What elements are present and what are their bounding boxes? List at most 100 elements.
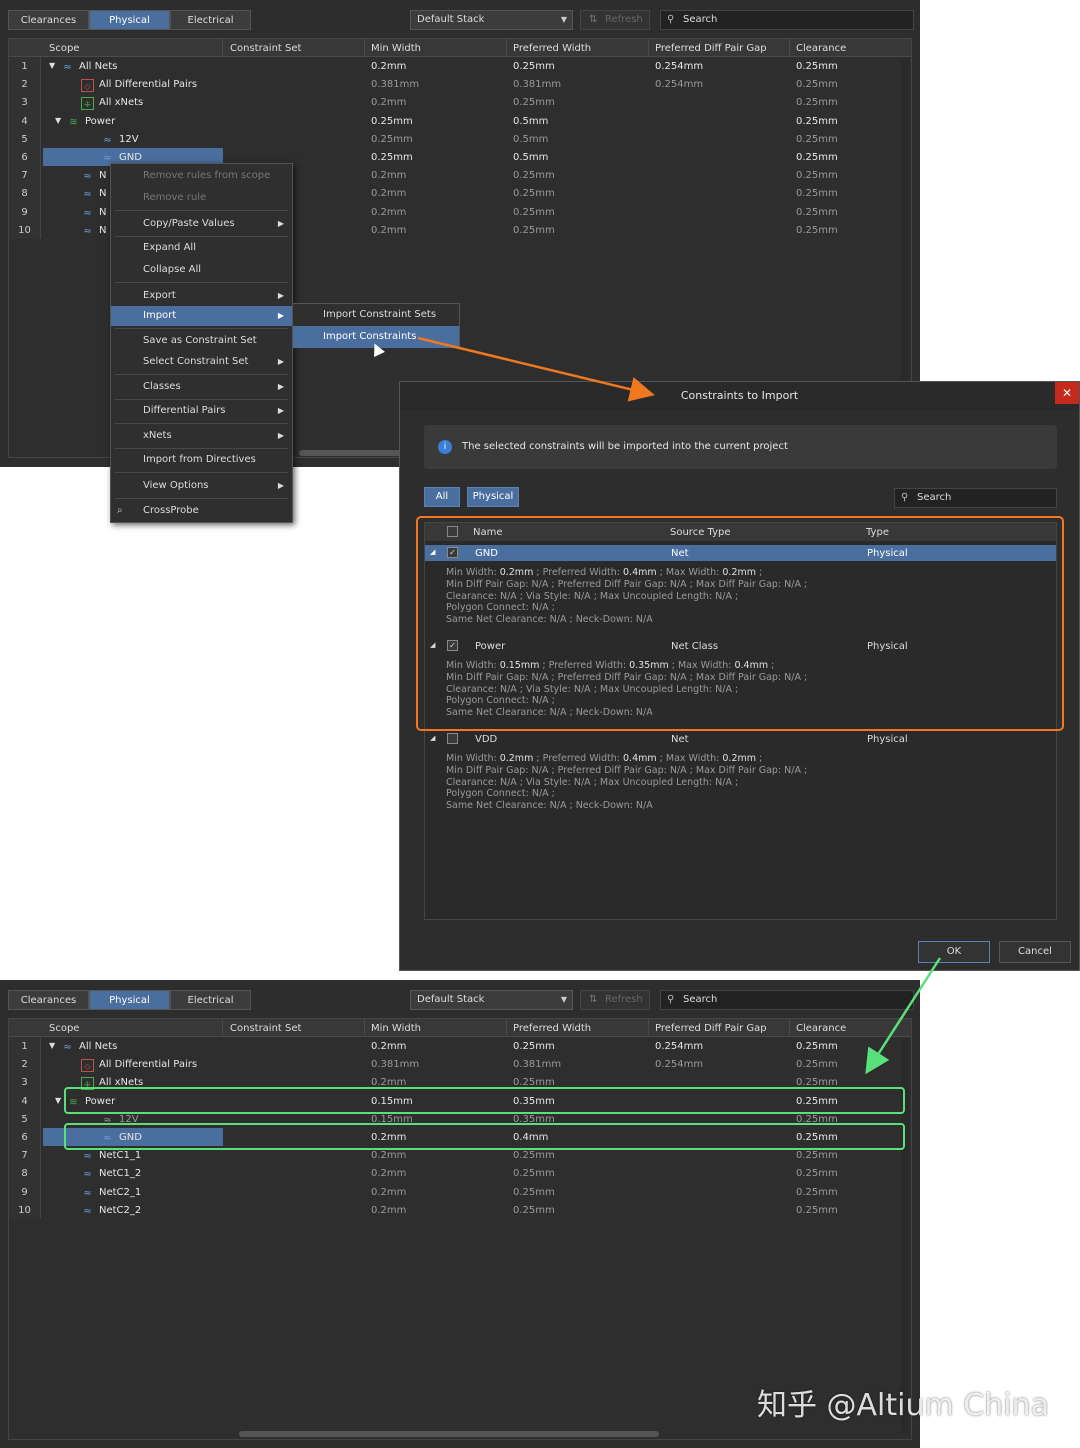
col-clearance[interactable]: Clearance bbox=[796, 43, 846, 54]
preferred-width-cell[interactable]: 0.25mm bbox=[513, 1168, 555, 1179]
col-diff-pair-gap[interactable]: Preferred Diff Pair Gap bbox=[655, 1023, 767, 1034]
col-diff-pair-gap[interactable]: Preferred Diff Pair Gap bbox=[655, 43, 767, 54]
col-preferred-width[interactable]: Preferred Width bbox=[513, 1023, 591, 1034]
tab-physical[interactable]: Physical bbox=[89, 10, 170, 30]
col-scope[interactable]: Scope bbox=[49, 1023, 79, 1034]
min-width-cell[interactable]: 0.2mm bbox=[371, 1150, 406, 1161]
table-row[interactable]: 8 ≈ NetC1_2 0.2mm 0.25mm 0.25mm bbox=[9, 1164, 911, 1183]
filter-all-button[interactable]: All bbox=[424, 487, 460, 507]
preferred-width-cell[interactable]: 0.25mm bbox=[513, 207, 555, 218]
menu-remove-rules-from-scope[interactable]: Remove rules from scope bbox=[111, 166, 292, 186]
clearance-cell[interactable]: 0.25mm bbox=[796, 1205, 838, 1216]
table-row[interactable]: 1 ▼ ≈ All Nets 0.2mm 0.25mm 0.254mm 0.25mm bbox=[9, 57, 911, 76]
min-width-cell[interactable]: 0.2mm bbox=[371, 61, 406, 72]
close-button[interactable]: ✕ bbox=[1055, 382, 1079, 404]
horizontal-scrollbar[interactable] bbox=[239, 1431, 659, 1437]
ok-button[interactable]: OK bbox=[918, 941, 990, 963]
min-width-cell[interactable]: 0.381mm bbox=[371, 1059, 419, 1070]
col-constraint-set[interactable]: Constraint Set bbox=[230, 43, 301, 54]
menu-import[interactable]: Import ▶ bbox=[111, 306, 292, 326]
preferred-width-cell[interactable]: 0.25mm bbox=[513, 97, 555, 108]
menu-view-options[interactable]: View Options ▶ bbox=[111, 476, 292, 496]
refresh-button[interactable]: ⇅ Refresh bbox=[580, 990, 650, 1010]
table-row[interactable]: 2 ◇ All Differential Pairs 0.381mm 0.381mm 0.… bbox=[9, 75, 911, 94]
min-width-cell[interactable]: 0.25mm bbox=[371, 152, 413, 163]
clearance-cell[interactable]: 0.25mm bbox=[796, 152, 838, 163]
diff-pair-gap-cell[interactable]: 0.254mm bbox=[655, 61, 703, 72]
refresh-button[interactable]: ⇅ Refresh bbox=[580, 10, 650, 30]
list-item[interactable]: ◢ VDD Net Physical bbox=[425, 731, 1056, 747]
table-row[interactable]: 4 ▼ ≋ Power 0.25mm 0.5mm 0.25mm bbox=[9, 111, 911, 130]
table-row[interactable]: 9 ≈ NetC2_1 0.2mm 0.25mm 0.25mm bbox=[9, 1182, 911, 1201]
clearance-cell[interactable]: 0.25mm bbox=[796, 188, 838, 199]
menu-select-constraint-set[interactable]: Select Constraint Set ▶ bbox=[111, 352, 292, 372]
min-width-cell[interactable]: 0.2mm bbox=[371, 225, 406, 236]
preferred-width-cell[interactable]: 0.25mm bbox=[513, 1205, 555, 1216]
preferred-width-cell[interactable]: 0.25mm bbox=[513, 1041, 555, 1052]
col-min-width[interactable]: Min Width bbox=[371, 43, 421, 54]
table-row[interactable]: 2 ◇ All Differential Pairs 0.381mm 0.381mm 0.… bbox=[9, 1055, 911, 1074]
clearance-cell[interactable]: 0.25mm bbox=[796, 1168, 838, 1179]
tab-electrical[interactable]: Electrical bbox=[170, 10, 251, 30]
min-width-cell[interactable]: 0.25mm bbox=[371, 134, 413, 145]
col-preferred-width[interactable]: Preferred Width bbox=[513, 43, 591, 54]
min-width-cell[interactable]: 0.2mm bbox=[371, 170, 406, 181]
layer-stack-select[interactable]: Default Stack ▼ bbox=[410, 990, 573, 1010]
expand-triangle-icon[interactable]: ▼ bbox=[55, 116, 61, 125]
expand-triangle-icon[interactable]: ▼ bbox=[49, 1041, 55, 1050]
preferred-width-cell[interactable]: 0.25mm bbox=[513, 1150, 555, 1161]
preferred-width-cell[interactable]: 0.25mm bbox=[513, 61, 555, 72]
table-row[interactable]: 3 ⁜ All xNets 0.2mm 0.25mm 0.25mm bbox=[9, 93, 911, 112]
collapse-triangle-icon[interactable]: ◢ bbox=[430, 734, 435, 742]
menu-collapse-all[interactable]: Collapse All bbox=[111, 260, 292, 280]
menu-copy-paste-values[interactable]: Copy/Paste Values ▶ bbox=[111, 214, 292, 234]
preferred-width-cell[interactable]: 0.25mm bbox=[513, 225, 555, 236]
min-width-cell[interactable]: 0.25mm bbox=[371, 116, 413, 127]
preferred-width-cell[interactable]: 0.25mm bbox=[513, 188, 555, 199]
tab-electrical[interactable]: Electrical bbox=[170, 990, 251, 1010]
clearance-cell[interactable]: 0.25mm bbox=[796, 134, 838, 145]
cancel-button[interactable]: Cancel bbox=[999, 941, 1071, 963]
preferred-width-cell[interactable]: 0.5mm bbox=[513, 152, 548, 163]
clearance-cell[interactable]: 0.25mm bbox=[796, 1059, 838, 1070]
menu-export[interactable]: Export ▶ bbox=[111, 286, 292, 306]
col-scope[interactable]: Scope bbox=[49, 43, 79, 54]
menu-expand-all[interactable]: Expand All bbox=[111, 238, 292, 258]
clearance-cell[interactable]: 0.25mm bbox=[796, 170, 838, 181]
preferred-width-cell[interactable]: 0.5mm bbox=[513, 134, 548, 145]
clearance-cell[interactable]: 0.25mm bbox=[796, 225, 838, 236]
search-input[interactable]: ⚲ Search bbox=[660, 990, 914, 1010]
min-width-cell[interactable]: 0.2mm bbox=[371, 207, 406, 218]
clearance-cell[interactable]: 0.25mm bbox=[796, 61, 838, 72]
menu-import-constraint-sets[interactable]: Import Constraint Sets bbox=[293, 304, 459, 326]
tab-clearances[interactable]: Clearances bbox=[8, 990, 89, 1010]
table-row[interactable]: 1 ▼ ≈ All Nets 0.2mm 0.25mm 0.254mm 0.25mm bbox=[9, 1037, 911, 1056]
menu-crossprobe[interactable]: ⌕ CrossProbe bbox=[111, 501, 292, 521]
min-width-cell[interactable]: 0.2mm bbox=[371, 188, 406, 199]
col-constraint-set[interactable]: Constraint Set bbox=[230, 1023, 301, 1034]
diff-pair-gap-cell[interactable]: 0.254mm bbox=[655, 1059, 703, 1070]
min-width-cell[interactable]: 0.2mm bbox=[371, 1187, 406, 1198]
menu-xnets[interactable]: xNets ▶ bbox=[111, 426, 292, 446]
clearance-cell[interactable]: 0.25mm bbox=[796, 1041, 838, 1052]
tab-clearances[interactable]: Clearances bbox=[8, 10, 89, 30]
clearance-cell[interactable]: 0.25mm bbox=[796, 1150, 838, 1161]
preferred-width-cell[interactable]: 0.381mm bbox=[513, 1059, 561, 1070]
preferred-width-cell[interactable]: 0.381mm bbox=[513, 79, 561, 90]
item-checkbox[interactable] bbox=[447, 733, 458, 744]
expand-triangle-icon[interactable]: ▼ bbox=[55, 1096, 61, 1105]
menu-classes[interactable]: Classes ▶ bbox=[111, 377, 292, 397]
clearance-cell[interactable]: 0.25mm bbox=[796, 97, 838, 108]
clearance-cell[interactable]: 0.25mm bbox=[796, 116, 838, 127]
col-clearance[interactable]: Clearance bbox=[796, 1023, 846, 1034]
table-row[interactable]: 10 ≈ NetC2_2 0.2mm 0.25mm 0.25mm bbox=[9, 1200, 911, 1219]
min-width-cell[interactable]: 0.2mm bbox=[371, 1205, 406, 1216]
menu-import-from-directives[interactable]: Import from Directives bbox=[111, 450, 292, 470]
tab-physical[interactable]: Physical bbox=[89, 990, 170, 1010]
diff-pair-gap-cell[interactable]: 0.254mm bbox=[655, 1041, 703, 1052]
menu-save-as-constraint-set[interactable]: Save as Constraint Set bbox=[111, 331, 292, 351]
expand-triangle-icon[interactable]: ▼ bbox=[49, 61, 55, 70]
diff-pair-gap-cell[interactable]: 0.254mm bbox=[655, 79, 703, 90]
preferred-width-cell[interactable]: 0.25mm bbox=[513, 1187, 555, 1198]
filter-physical-button[interactable]: Physical bbox=[467, 487, 519, 507]
